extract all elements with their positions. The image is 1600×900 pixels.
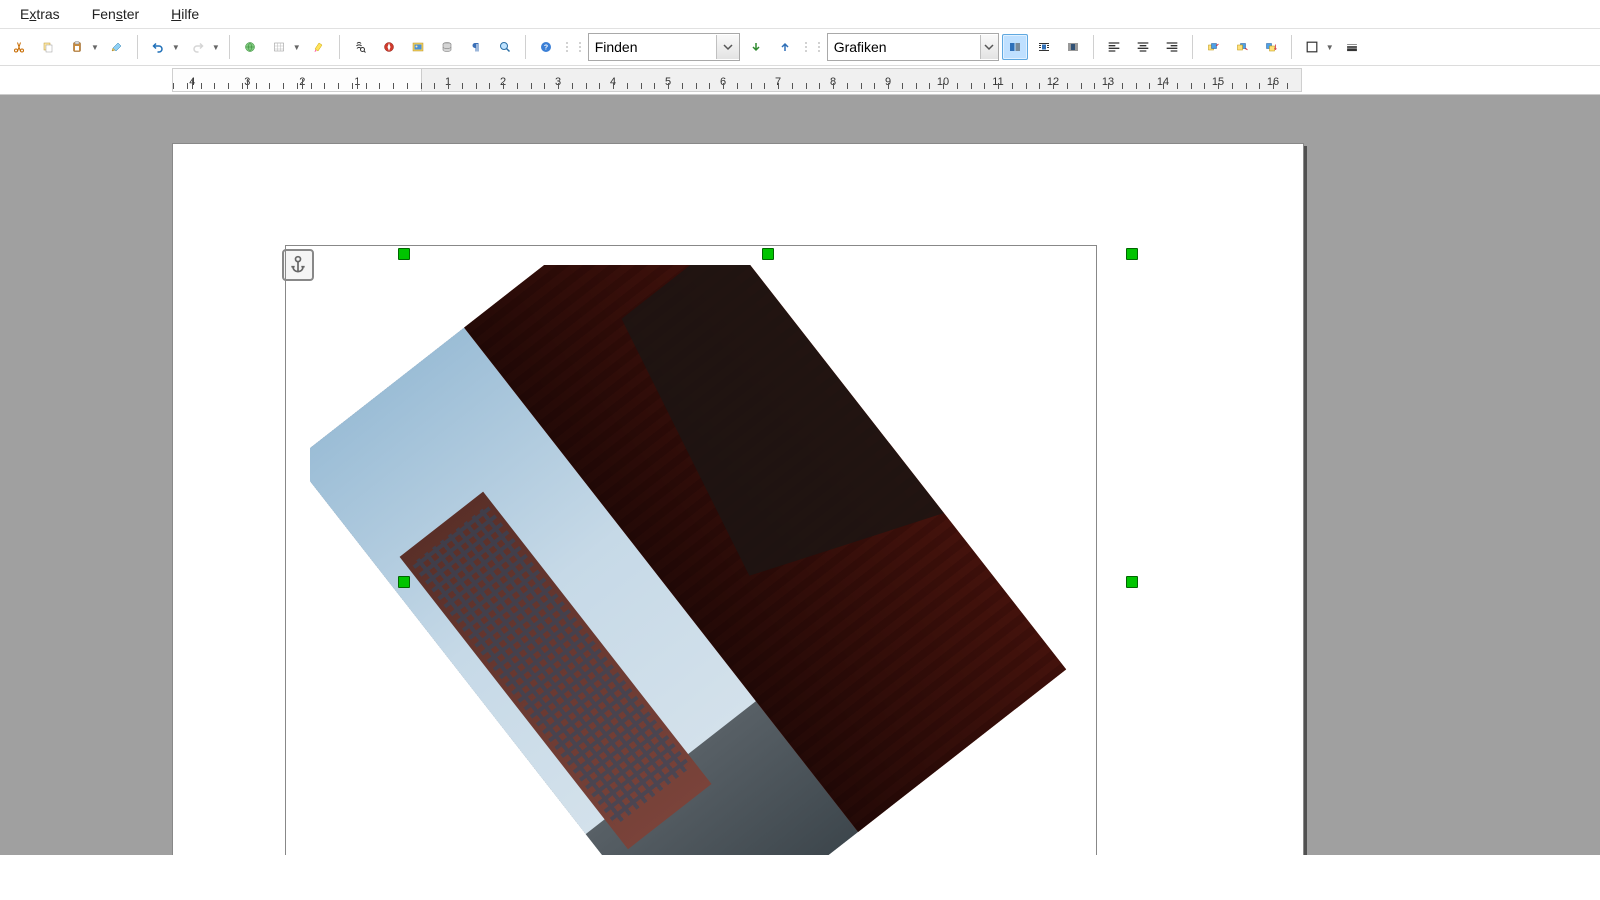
toolbar-grip[interactable] [577,34,583,60]
cut-button[interactable] [6,34,32,60]
align-left-button[interactable] [1101,34,1127,60]
table-button[interactable] [266,34,292,60]
paste-dropdown-caret[interactable]: ▼ [91,43,99,52]
copy-button[interactable] [35,34,61,60]
find-combo-caret[interactable] [716,35,739,59]
redo-button[interactable] [185,34,211,60]
zoom-button[interactable] [492,34,518,60]
wrap-through-button[interactable] [1060,34,1086,60]
resize-handle-n[interactable] [762,248,774,260]
resize-handle-nw[interactable] [398,248,410,260]
ruler-wrap: 432112345678910111213141516 [0,66,1600,95]
find-prev-button[interactable] [772,34,798,60]
toolbar-grip[interactable] [564,34,570,60]
align-right-button[interactable] [1159,34,1185,60]
highlight-button[interactable] [306,34,332,60]
toolbar-grip[interactable] [816,34,822,60]
table-dropdown-caret[interactable]: ▼ [293,43,301,52]
horizontal-ruler[interactable]: 432112345678910111213141516 [172,68,1302,92]
paragraph-style-input[interactable] [828,37,980,57]
main-toolbar: ▼ ▼ ▼ ▼ ? ▼ [0,29,1600,66]
wrap-none-button[interactable] [1002,34,1028,60]
find-next-button[interactable] [743,34,769,60]
paragraph-style-combo[interactable] [827,33,999,61]
selection-frame [285,245,1097,855]
find-button[interactable] [347,34,373,60]
bring-front-button[interactable] [1200,34,1226,60]
datasource-button[interactable] [434,34,460,60]
resize-handle-ne[interactable] [1126,248,1138,260]
send-back-button[interactable] [1229,34,1255,60]
format-paintbrush-button[interactable] [104,34,130,60]
help-button[interactable]: ? [533,34,559,60]
border-dropdown-caret[interactable]: ▼ [1326,43,1334,52]
menubar: Extras Fenster Hilfe [0,0,1600,29]
resize-handle-e[interactable] [1126,576,1138,588]
find-combo[interactable] [588,33,740,61]
find-input[interactable] [589,37,716,57]
resize-handle-w[interactable] [398,576,410,588]
paste-button[interactable] [64,34,90,60]
undo-button[interactable] [145,34,171,60]
align-center-button[interactable] [1130,34,1156,60]
line-style-button[interactable] [1339,34,1365,60]
menu-window[interactable]: Fenster [84,4,147,24]
menu-help[interactable]: Hilfe [163,4,207,24]
pilcrow-button[interactable] [463,34,489,60]
svg-text:?: ? [544,45,548,52]
style-combo-caret[interactable] [980,35,998,59]
undo-dropdown-caret[interactable]: ▼ [172,43,180,52]
menu-extras[interactable]: Extras [12,4,68,24]
arrange-button[interactable] [1258,34,1284,60]
gallery-button[interactable] [405,34,431,60]
border-button[interactable] [1299,34,1325,60]
wrap-page-button[interactable] [1031,34,1057,60]
toolbar-grip[interactable] [803,34,809,60]
navigator-button[interactable] [376,34,402,60]
redo-dropdown-caret[interactable]: ▼ [212,43,220,52]
hyperlink-button[interactable] [237,34,263,60]
document-workspace [0,95,1600,855]
